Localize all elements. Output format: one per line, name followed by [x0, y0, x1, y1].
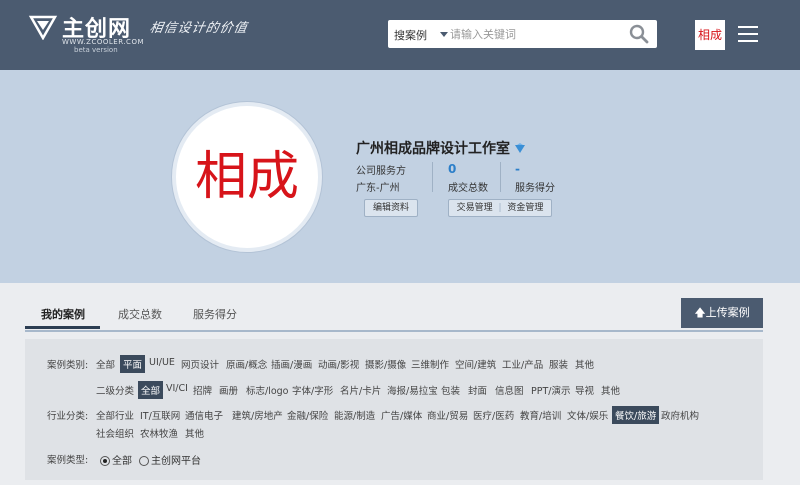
subcategory-option[interactable]: 名片/卡片 — [340, 383, 381, 397]
industry-option[interactable]: 全部行业 — [96, 408, 134, 422]
industry-option[interactable]: 政府机构 — [661, 408, 699, 422]
industry-option[interactable]: 其他 — [185, 426, 204, 440]
subcategory-option[interactable]: 其他 — [601, 383, 620, 397]
industry-option-selected[interactable]: 餐饮/旅游 — [612, 406, 660, 424]
subcategory-label: 二级分类 — [96, 386, 135, 397]
category-option[interactable]: 三维制作 — [411, 357, 449, 371]
search-type-select[interactable]: 搜案例 — [394, 27, 427, 43]
case-type-radio-platform[interactable]: 主创网平台 — [139, 452, 201, 467]
category-option[interactable]: 工业/产品 — [502, 357, 543, 371]
tab-deals[interactable]: 成交总数 — [118, 306, 162, 322]
service-score: - — [515, 162, 520, 176]
industry-option[interactable]: 通信电子 — [185, 408, 223, 422]
account-role: 公司服务方 — [356, 166, 406, 177]
category-option[interactable]: 动画/影视 — [318, 357, 359, 371]
radio-label: 全部 — [112, 456, 132, 467]
industry-filter-label: 行业分类: — [47, 411, 89, 422]
subcategory-option[interactable]: 海报/易拉宝 — [387, 383, 438, 397]
category-option[interactable]: 原画/概念 — [226, 357, 267, 371]
fund-management-button[interactable]: 资金管理 — [507, 203, 543, 213]
trade-management-button[interactable]: 交易管理 — [457, 203, 493, 213]
industry-option[interactable]: 商业/贸易 — [427, 408, 468, 422]
subcategory-option[interactable]: 字体/字形 — [292, 383, 333, 397]
tab-my-cases[interactable]: 我的案例 — [41, 306, 85, 322]
industry-option[interactable]: 建筑/房地产 — [232, 408, 283, 422]
radio-checked-icon — [100, 456, 110, 466]
case-type-radio-all[interactable]: 全部 — [100, 452, 132, 467]
service-score-label: 服务得分 — [515, 183, 555, 194]
industry-option[interactable]: 社会组织 — [96, 426, 134, 440]
subcategory-option[interactable]: PPT/演示 — [531, 383, 570, 397]
category-option[interactable]: 插画/漫画 — [271, 357, 312, 371]
tab-score[interactable]: 服务得分 — [193, 306, 237, 322]
verified-diamond-icon — [515, 143, 525, 153]
subcategory-option[interactable]: 信息图 — [495, 383, 524, 397]
industry-option[interactable]: 医疗/医药 — [473, 408, 514, 422]
category-option[interactable]: 其他 — [575, 357, 594, 371]
account-buttons: 交易管理 | 资金管理 — [448, 199, 552, 217]
studio-name: 广州相成品牌设计工作室 — [356, 141, 510, 157]
subcategory-option[interactable]: 招牌 — [193, 383, 212, 397]
upload-case-button[interactable]: 🡅上传案例 — [681, 298, 763, 328]
deals-count: 0 — [448, 162, 457, 176]
divider — [432, 162, 433, 192]
brand-url: WWW.ZCOOLER.COM — [62, 38, 144, 46]
category-option[interactable]: 摄影/摄像 — [365, 357, 406, 371]
industry-option[interactable]: 能源/制造 — [334, 408, 375, 422]
slogan: 相信设计的价值 — [148, 21, 249, 36]
industry-option[interactable]: 金融/保险 — [287, 408, 328, 422]
industry-option[interactable]: 文体/娱乐 — [567, 408, 608, 422]
user-avatar[interactable]: 相成 — [695, 20, 725, 50]
subcategory-option[interactable]: VI/CI — [166, 383, 188, 394]
beta-label: beta version — [74, 46, 118, 54]
location: 广东-广州 — [356, 183, 400, 194]
category-option[interactable]: 空间/建筑 — [455, 357, 496, 371]
hamburger-menu-icon[interactable] — [738, 26, 758, 42]
category-option[interactable]: 全部 — [96, 357, 115, 371]
case-type-label: 案例类型: — [47, 455, 89, 466]
radio-label: 主创网平台 — [151, 456, 201, 467]
arrow-up-icon: 🡅 — [694, 306, 706, 319]
category-option[interactable]: UI/UE — [149, 357, 175, 368]
industry-option[interactable]: 农林牧渔 — [140, 426, 178, 440]
profile-avatar: 相成 — [172, 102, 322, 252]
subcategory-option[interactable]: 包装 — [441, 383, 460, 397]
radio-unchecked-icon — [139, 456, 149, 466]
search-box: 搜案例 — [388, 20, 657, 48]
industry-option[interactable]: 教育/培训 — [520, 408, 561, 422]
diamond-logo-icon — [28, 15, 58, 40]
edit-profile-button[interactable]: 编辑资料 — [364, 199, 418, 217]
top-navigation-bar: 主创网 WWW.ZCOOLER.COM beta version 相信设计的价值… — [0, 0, 800, 70]
subcategory-option[interactable]: 标志/logo — [246, 383, 289, 397]
industry-option[interactable]: IT/互联网 — [140, 408, 180, 422]
category-option[interactable]: 网页设计 — [181, 357, 219, 371]
separator: | — [498, 203, 502, 213]
category-option[interactable]: 服装 — [549, 357, 568, 371]
subcategory-option[interactable]: 导视 — [575, 383, 594, 397]
subcategory-option-selected[interactable]: 全部 — [138, 381, 164, 399]
subcategory-option[interactable]: 封面 — [468, 383, 487, 397]
category-filter-label: 案例类别: — [47, 360, 89, 371]
active-tab-indicator — [25, 326, 100, 329]
category-option-selected[interactable]: 平面 — [120, 355, 146, 373]
deals-label: 成交总数 — [448, 183, 488, 194]
search-input[interactable] — [450, 24, 610, 44]
divider — [500, 162, 501, 192]
site-logo[interactable]: 主创网 WWW.ZCOOLER.COM beta version — [28, 12, 144, 54]
search-icon[interactable] — [628, 24, 650, 44]
subcategory-option[interactable]: 画册 — [219, 383, 238, 397]
tabs: 我的案例 成交总数 服务得分 — [25, 298, 763, 332]
industry-option[interactable]: 广告/媒体 — [381, 408, 422, 422]
caret-down-icon[interactable] — [440, 32, 448, 37]
upload-label: 上传案例 — [705, 306, 750, 319]
